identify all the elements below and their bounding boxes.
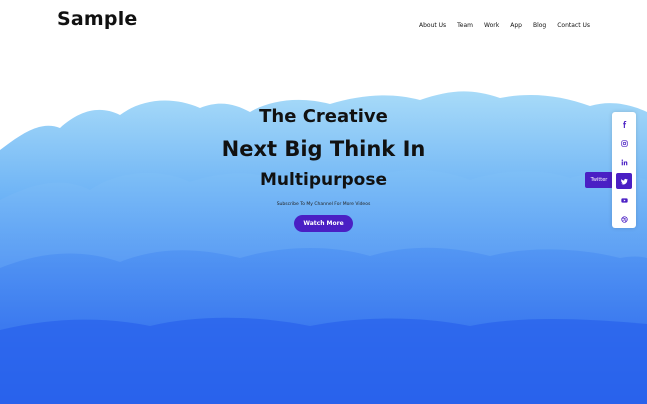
hero-title-line1: The Creative [259, 106, 388, 127]
nav-item-work[interactable]: Work [484, 22, 499, 29]
hero-subtitle: Subscribe To My Channel For More Videos [276, 202, 371, 207]
hero-title-line3: Multipurpose [260, 170, 387, 190]
main-nav: About Us Team Work App Blog Contact Us [419, 22, 590, 29]
instagram-icon[interactable] [616, 135, 632, 151]
linkedin-icon[interactable] [616, 154, 632, 170]
youtube-icon[interactable] [616, 192, 632, 208]
dribbble-icon[interactable] [616, 211, 632, 227]
social-sidebar [612, 112, 636, 228]
facebook-icon[interactable] [616, 116, 632, 132]
twitter-icon[interactable] [616, 173, 632, 189]
hero-section: The Creative Next Big Think In Multipurp… [0, 105, 647, 232]
nav-item-app[interactable]: App [510, 22, 522, 29]
nav-item-blog[interactable]: Blog [533, 22, 546, 29]
nav-item-contact-us[interactable]: Contact Us [557, 22, 590, 29]
nav-item-team[interactable]: Team [457, 22, 473, 29]
site-logo[interactable]: Sample [57, 8, 138, 30]
social-tooltip: Twitter [585, 172, 613, 188]
nav-item-about-us[interactable]: About Us [419, 22, 446, 29]
watch-more-button[interactable]: Watch More [294, 215, 353, 232]
hero-title-line2: Next Big Think In [221, 137, 426, 161]
